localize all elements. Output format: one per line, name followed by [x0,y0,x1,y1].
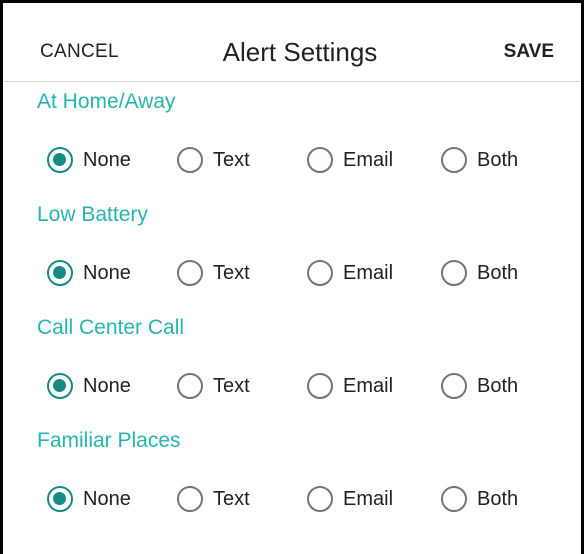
radio-label: Both [477,148,519,171]
radio-label: Text [213,261,250,284]
radio-option-both[interactable]: Both [441,143,518,177]
radio-option-none[interactable]: None [47,143,131,177]
radio-label: None [83,374,131,397]
radio-label: Email [343,487,394,510]
section-title-at-home-away: At Home/Away [37,90,176,113]
radio-label: Both [477,487,519,510]
radio-unchecked-icon [441,373,467,399]
section-title-call-center-call: Call Center Call [37,316,185,339]
radio-unchecked-icon [307,147,333,173]
radio-option-email[interactable]: Email [307,256,393,290]
radio-unchecked-icon [441,260,467,286]
radio-option-none[interactable]: None [47,256,131,290]
radio-checked-icon [47,373,73,399]
radio-label: Text [213,148,250,171]
dialog-header: CANCEL Alert Settings SAVE [3,3,581,82]
radio-option-both[interactable]: Both [441,482,518,516]
radio-label: Email [343,374,394,397]
radio-option-email[interactable]: Email [307,482,393,516]
radio-unchecked-icon [307,486,333,512]
radio-label: Email [343,261,394,284]
radio-option-none[interactable]: None [47,482,131,516]
radio-option-text[interactable]: Text [177,482,250,516]
radio-unchecked-icon [177,373,203,399]
radio-option-text[interactable]: Text [177,369,250,403]
section-title-familiar-places: Familiar Places [37,429,181,452]
save-button[interactable]: SAVE [504,41,554,63]
radio-group-low-battery: None Text Email Both [3,256,581,290]
radio-unchecked-icon [441,486,467,512]
radio-label: Text [213,487,250,510]
radio-option-email[interactable]: Email [307,369,393,403]
radio-label: Both [477,261,519,284]
section-title-low-battery: Low Battery [37,203,148,226]
radio-unchecked-icon [441,147,467,173]
radio-option-email[interactable]: Email [307,143,393,177]
radio-group-call-center-call: None Text Email Both [3,369,581,403]
radio-option-text[interactable]: Text [177,143,250,177]
radio-group-familiar-places: None Text Email Both [3,482,581,516]
radio-unchecked-icon [177,486,203,512]
radio-option-both[interactable]: Both [441,256,518,290]
radio-checked-icon [47,260,73,286]
radio-unchecked-icon [307,260,333,286]
radio-unchecked-icon [177,260,203,286]
radio-checked-icon [47,147,73,173]
radio-unchecked-icon [177,147,203,173]
radio-checked-icon [47,486,73,512]
radio-option-none[interactable]: None [47,369,131,403]
dialog-title: Alert Settings [222,37,378,67]
radio-option-both[interactable]: Both [441,369,518,403]
radio-label: None [83,261,131,284]
radio-option-text[interactable]: Text [177,256,250,290]
radio-label: Text [213,374,250,397]
radio-label: None [83,487,131,510]
dialog-frame: CANCEL Alert Settings SAVE At Home/Away … [0,0,584,554]
radio-group-at-home-away: None Text Email Both [3,143,581,177]
radio-label: Email [343,148,394,171]
radio-unchecked-icon [307,373,333,399]
radio-label: None [83,148,131,171]
radio-label: Both [477,374,519,397]
